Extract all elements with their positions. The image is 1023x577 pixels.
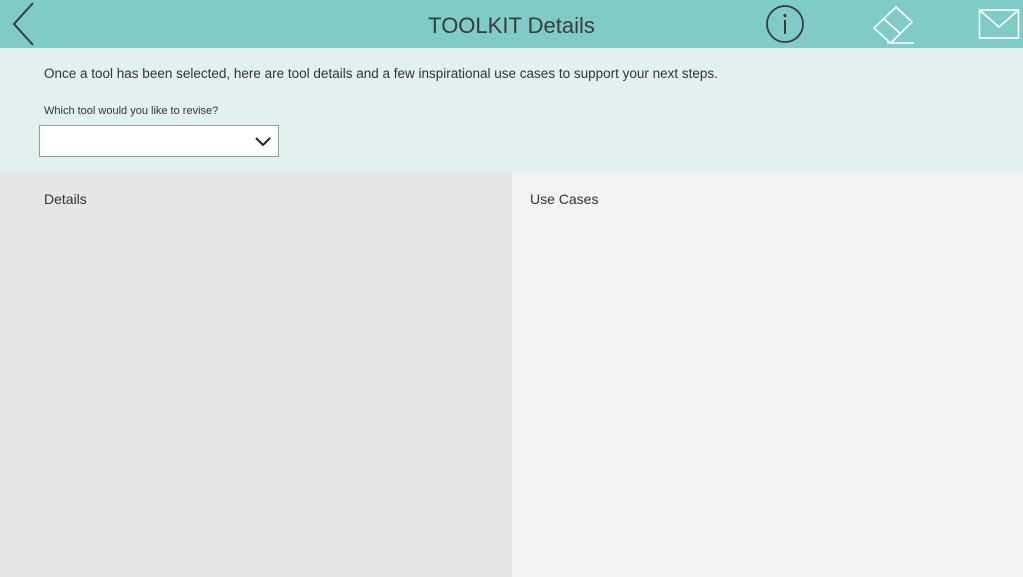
mail-button[interactable] (978, 8, 1020, 40)
mail-icon (978, 9, 1020, 39)
chevron-left-icon (12, 2, 34, 46)
use-cases-title: Use Cases (530, 191, 599, 207)
back-button[interactable] (6, 0, 42, 48)
tool-select-label: Which tool would you like to revise? (44, 105, 219, 117)
intro-panel: Once a tool has been selected, here are … (0, 48, 1023, 173)
eraser-button[interactable] (870, 4, 918, 46)
info-icon (766, 5, 804, 43)
details-panel: Details (0, 173, 512, 577)
chevron-down-icon (255, 137, 271, 147)
tool-select-dropdown[interactable] (39, 125, 279, 157)
intro-text: Once a tool has been selected, here are … (44, 66, 718, 81)
use-cases-panel: Use Cases (512, 173, 1023, 577)
info-button[interactable] (764, 3, 806, 45)
eraser-icon (872, 5, 914, 44)
app-header: TOOLKIT Details (0, 0, 1023, 48)
details-title: Details (44, 191, 87, 207)
